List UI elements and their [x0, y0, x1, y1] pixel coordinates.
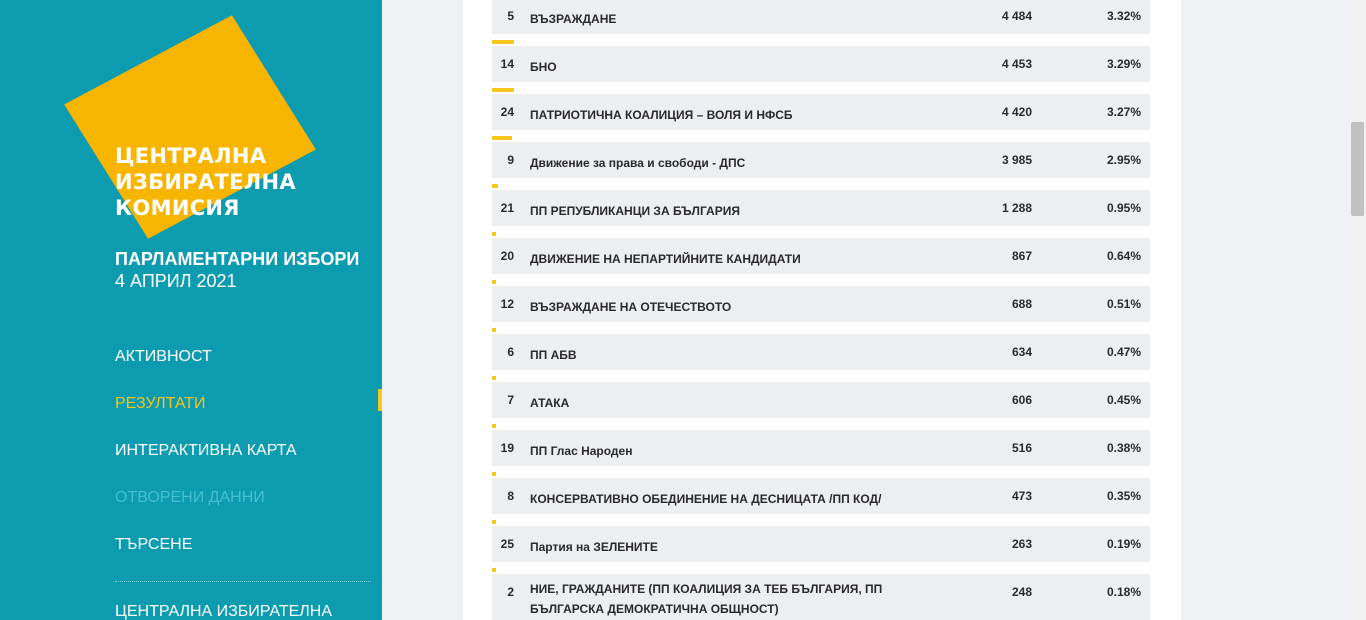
party-name: АТАКА: [530, 396, 570, 410]
share-bar: [492, 40, 514, 44]
party-name: ПАТРИОТИЧНА КОАЛИЦИЯ – ВОЛЯ И НФСБ: [530, 108, 793, 122]
party-votes: 4 453: [1001, 57, 1032, 71]
party-votes: 4 484: [1001, 9, 1032, 23]
nav-item-open-data[interactable]: ОТВОРЕНИ ДАННИ: [115, 489, 265, 507]
party-votes: 867: [1011, 249, 1032, 263]
results-row[interactable]: 12 ВЪЗРАЖДАНЕ НА ОТЕЧЕСТВОТО 688 0.51%: [492, 280, 1150, 322]
nav-item-interactive-map[interactable]: ИНТЕРАКТИВНА КАРТА: [115, 442, 297, 460]
party-percent: 0.47%: [1106, 345, 1141, 359]
logo-line-3: КОМИСИЯ: [115, 196, 240, 220]
scrollbar[interactable]: [1349, 0, 1366, 620]
results-row[interactable]: 21 ПП РЕПУБЛИКАНЦИ ЗА БЪЛГАРИЯ 1 288 0.95%: [492, 184, 1150, 226]
party-percent: 0.18%: [1106, 585, 1141, 599]
party-number: 14: [500, 57, 514, 71]
party-number: 5: [507, 9, 514, 23]
party-number: 20: [500, 249, 514, 263]
party-name: ПП Глас Народен: [530, 444, 633, 458]
results-row[interactable]: 14 БНО 4 453 3.29%: [492, 40, 1150, 82]
results-row[interactable]: 8 КОНСЕРВАТИВНО ОБЕДИНЕНИЕ НА ДЕСНИЦАТА /…: [492, 472, 1150, 514]
party-votes: 688: [1011, 297, 1032, 311]
party-percent: 3.29%: [1106, 57, 1141, 71]
party-votes: 606: [1011, 393, 1032, 407]
party-votes: 1 288: [1001, 201, 1032, 215]
party-name: ДВИЖЕНИЕ НА НЕПАРТИЙНИТЕ КАНДИДАТИ: [530, 252, 801, 266]
share-bar: [492, 472, 496, 476]
scrollbar-thumb[interactable]: [1351, 122, 1364, 216]
share-bar: [492, 376, 496, 380]
party-votes: 263: [1011, 537, 1032, 551]
party-name: Партия на ЗЕЛЕНИТЕ: [530, 540, 658, 554]
party-name: ПП РЕПУБЛИКАНЦИ ЗА БЪЛГАРИЯ: [530, 204, 740, 218]
party-percent: 0.64%: [1106, 249, 1141, 263]
results-row[interactable]: 6 ПП АБВ 634 0.47%: [492, 328, 1150, 370]
nav-item-activity[interactable]: АКТИВНОСТ: [115, 348, 212, 366]
party-percent: 0.51%: [1106, 297, 1141, 311]
results-panel: 5 ВЪЗРАЖДАНЕ 4 484 3.32% 14 БНО 4 453 3.29% 24 ПА…: [463, 0, 1181, 620]
party-number: 6: [507, 345, 514, 359]
sidebar: ЦЕНТРАЛНА ИЗБИРАТЕЛНА КОМИСИЯ ПАРЛАМЕНТА…: [0, 0, 382, 620]
party-number: 24: [500, 105, 514, 119]
party-percent: 0.38%: [1106, 441, 1141, 455]
party-number: 8: [507, 489, 514, 503]
logo-line-2: ИЗБИРАТЕЛНА: [115, 170, 296, 194]
party-name: НИЕ, ГРАЖДАНИТЕ (ПП КОАЛИЦИЯ ЗА ТЕБ БЪЛГ…: [530, 582, 883, 616]
share-bar: [492, 328, 496, 332]
party-votes: 634: [1011, 345, 1032, 359]
party-percent: 0.45%: [1106, 393, 1141, 407]
party-votes: 473: [1011, 489, 1032, 503]
election-title: ПАРЛАМЕНТАРНИ ИЗБОРИ: [115, 249, 360, 269]
results-row[interactable]: 2 НИЕ, ГРАЖДАНИТЕ (ПП КОАЛИЦИЯ ЗА ТЕБ БЪЛ…: [492, 568, 1150, 620]
logo-line-1: ЦЕНТРАЛНА: [115, 144, 267, 168]
share-bar: [492, 88, 514, 92]
nav-item-results[interactable]: РЕЗУЛТАТИ: [115, 395, 206, 413]
party-votes: 516: [1011, 441, 1032, 455]
party-number: 21: [500, 201, 514, 215]
party-number: 9: [507, 153, 514, 167]
nav-divider: [115, 581, 371, 582]
party-percent: 2.95%: [1106, 153, 1141, 167]
party-votes: 3 985: [1001, 153, 1032, 167]
results-row[interactable]: 9 Движение за права и свободи - ДПС 3 985 2…: [492, 136, 1150, 178]
party-number: 12: [500, 297, 514, 311]
party-name: ВЪЗРАЖДАНЕ: [530, 12, 617, 26]
share-bar: [492, 232, 496, 236]
party-name: БНО: [530, 60, 557, 74]
party-number: 7: [507, 393, 514, 407]
share-bar: [492, 280, 496, 284]
party-number: 19: [500, 441, 514, 455]
party-percent: 0.95%: [1106, 201, 1141, 215]
party-name: ВЪЗРАЖДАНЕ НА ОТЕЧЕСТВОТО: [530, 300, 732, 314]
results-row[interactable]: 20 ДВИЖЕНИЕ НА НЕПАРТИЙНИТЕ КАНДИДАТИ 867 0…: [492, 232, 1150, 274]
share-bar: [492, 568, 496, 572]
party-percent: 3.32%: [1106, 9, 1141, 23]
share-bar: [492, 184, 498, 188]
active-nav-indicator: [378, 389, 382, 411]
party-percent: 0.19%: [1106, 537, 1141, 551]
nav-item-search[interactable]: ТЪРСЕНЕ: [115, 536, 192, 554]
party-percent: 3.27%: [1106, 105, 1141, 119]
party-percent: 0.35%: [1106, 489, 1141, 503]
results-row[interactable]: 19 ПП Глас Народен 516 0.38%: [492, 424, 1150, 466]
results-row[interactable]: 7 АТАКА 606 0.45%: [492, 376, 1150, 418]
share-bar: [492, 424, 496, 428]
party-number: 25: [500, 537, 514, 551]
party-votes: 248: [1011, 585, 1032, 599]
party-name: ПП АБВ: [530, 348, 577, 362]
party-number: 2: [507, 585, 514, 599]
logo-text[interactable]: ЦЕНТРАЛНА ИЗБИРАТЕЛНА КОМИСИЯ: [115, 143, 296, 221]
party-name: КОНСЕРВАТИВНО ОБЕДИНЕНИЕ НА ДЕСНИЦАТА /П…: [530, 492, 882, 506]
results-row[interactable]: 5 ВЪЗРАЖДАНЕ 4 484 3.32%: [492, 0, 1150, 34]
party-name: Движение за права и свободи - ДПС: [530, 156, 746, 170]
share-bar: [492, 520, 496, 524]
party-votes: 4 420: [1001, 105, 1032, 119]
nav-item-central-commission[interactable]: ЦЕНТРАЛНА ИЗБИРАТЕЛНА: [115, 603, 332, 620]
results-row[interactable]: 25 Партия на ЗЕЛЕНИТЕ 263 0.19%: [492, 520, 1150, 562]
results-row[interactable]: 24 ПАТРИОТИЧНА КОАЛИЦИЯ – ВОЛЯ И НФСБ 4 42…: [492, 88, 1150, 130]
share-bar: [492, 136, 512, 140]
election-date: 4 АПРИЛ 2021: [115, 271, 237, 291]
